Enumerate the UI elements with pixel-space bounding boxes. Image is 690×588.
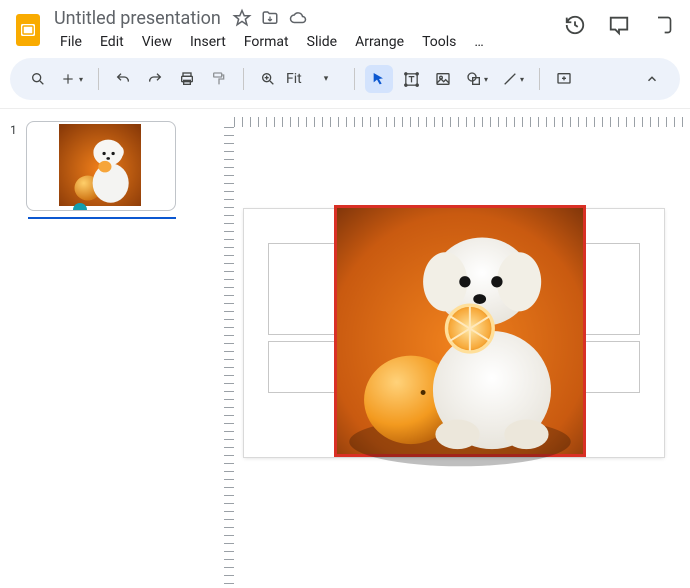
slide-thumbnail[interactable] <box>26 121 176 211</box>
menu-edit[interactable]: Edit <box>92 32 132 52</box>
cloud-status-icon[interactable] <box>289 9 307 27</box>
collapse-toolbar-icon[interactable] <box>638 65 666 93</box>
horizontal-ruler <box>234 109 690 127</box>
chevron-down-icon[interactable]: ▾ <box>79 75 83 84</box>
filmstrip: 1 <box>0 109 204 585</box>
search-menus-icon[interactable] <box>24 65 52 93</box>
chevron-down-icon[interactable]: ▾ <box>484 75 488 84</box>
speaker-notes-indicator <box>73 203 87 211</box>
chevron-down-icon[interactable]: ▾ <box>520 75 524 84</box>
toolbar: ▾ Fit ▾ <box>10 58 680 100</box>
slides-logo[interactable] <box>10 8 46 52</box>
history-icon[interactable] <box>564 14 586 36</box>
undo-icon[interactable] <box>109 65 137 93</box>
doc-title[interactable]: Untitled presentation <box>52 8 223 29</box>
line-icon[interactable]: ▾ <box>497 65 529 93</box>
menu-bar: File Edit View Insert Format Slide Arran… <box>52 32 564 52</box>
menu-format[interactable]: Format <box>236 32 297 52</box>
star-icon[interactable] <box>233 9 251 27</box>
separator <box>98 68 99 90</box>
menu-slide[interactable]: Slide <box>299 32 345 52</box>
zoom-select[interactable]: Fit ▾ <box>286 71 344 87</box>
select-tool-icon[interactable] <box>365 65 393 93</box>
comments-icon[interactable] <box>608 14 630 36</box>
menu-more[interactable]: … <box>466 32 491 52</box>
textbox-icon[interactable] <box>397 65 425 93</box>
new-slide-button[interactable]: ▾ <box>56 65 88 93</box>
separator <box>243 68 244 90</box>
zoom-label: Fit <box>286 71 302 87</box>
move-folder-icon[interactable] <box>261 9 279 27</box>
shape-icon[interactable]: ▾ <box>461 65 493 93</box>
selected-image[interactable] <box>334 205 586 457</box>
insert-image-icon[interactable] <box>429 65 457 93</box>
zoom-icon[interactable] <box>254 65 282 93</box>
separator <box>539 68 540 90</box>
print-icon[interactable] <box>173 65 201 93</box>
slide-number: 1 <box>10 121 18 211</box>
slide-canvas-area <box>204 109 690 585</box>
present-icon[interactable] <box>652 14 674 36</box>
thumbnail-selection-underline <box>28 217 176 219</box>
chevron-down-icon[interactable]: ▾ <box>324 74 329 84</box>
add-comment-icon[interactable] <box>550 65 578 93</box>
menu-view[interactable]: View <box>134 32 180 52</box>
redo-icon[interactable] <box>141 65 169 93</box>
paint-format-icon[interactable] <box>205 65 233 93</box>
vertical-ruler <box>216 127 234 585</box>
menu-insert[interactable]: Insert <box>182 32 234 52</box>
menu-arrange[interactable]: Arrange <box>347 32 412 52</box>
menu-file[interactable]: File <box>52 32 90 52</box>
separator <box>354 68 355 90</box>
menu-tools[interactable]: Tools <box>414 32 464 52</box>
